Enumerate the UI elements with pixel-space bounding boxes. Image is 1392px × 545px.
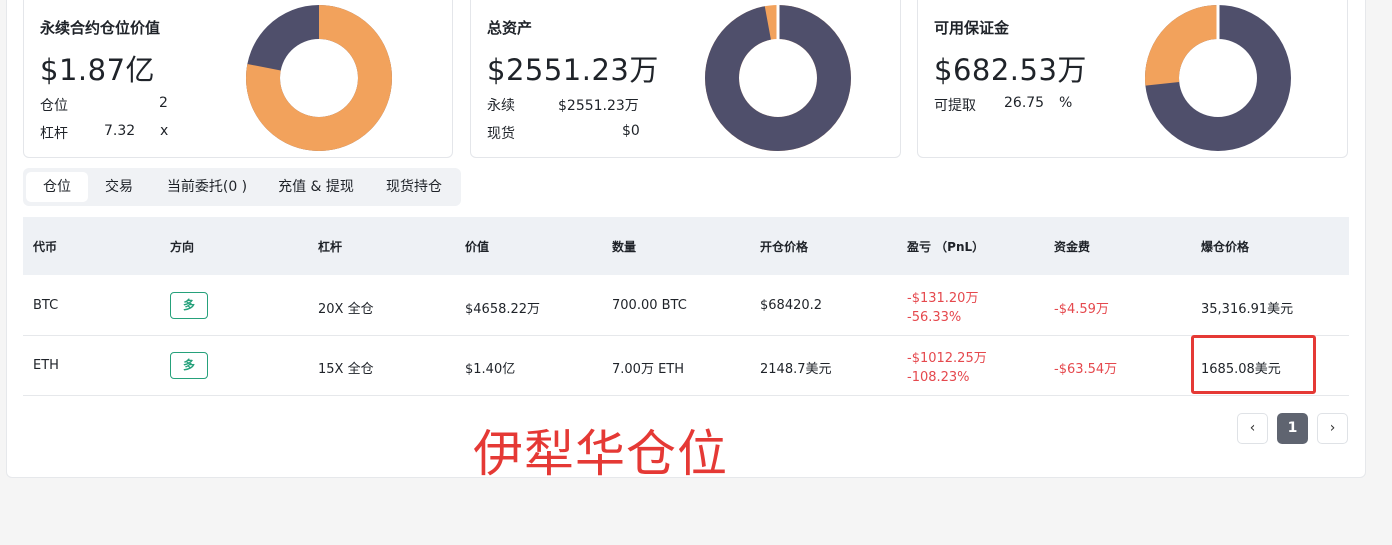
positions-value: 2 [159,95,168,111]
withdrawable-label: 可提取 [934,98,976,114]
header-entry-price: 开仓价格 [760,240,809,254]
tab-deposit-withdraw[interactable]: 充值 & 提现 [268,172,364,202]
pagination-page-button[interactable]: 1 [1277,413,1308,444]
cell-liquidation-price: 35,316.91美元 [1201,302,1294,317]
leverage-label: 杠杆 [40,126,68,142]
card-title: 可用保证金 [934,19,1010,37]
tab-positions[interactable]: 仓位 [26,172,88,202]
tab-open-orders[interactable]: 当前委托(0 ) [152,172,262,202]
table-row: BTC 多 20X 全仓 $4658.22万 700.00 BTC $68420… [23,276,1349,336]
cell-quantity: 700.00 BTC [612,298,687,313]
cell-funding: -$63.54万 [1054,362,1118,377]
cell-entry-price: 2148.7美元 [760,362,832,377]
header-value: 价值 [465,240,490,254]
leverage-value: 7.32 [104,123,136,139]
withdrawable-value: 26.75 [1004,95,1045,111]
header-pnl: 盈亏 （PnL） [907,240,985,254]
card-title: 永续合约仓位价值 [40,19,161,37]
cell-token: ETH [33,358,59,373]
perpetual-label: 永续 [487,98,515,114]
card-value: $1.87亿 [40,53,156,87]
header-leverage: 杠杆 [318,240,343,254]
cell-quantity: 7.00万 ETH [612,362,685,377]
card-value: $2551.23万 [487,53,659,87]
available-margin-donut-chart [1145,5,1291,151]
withdrawable-unit: % [1059,95,1073,111]
positions-label: 仓位 [40,98,68,114]
direction-long-badge: 多 [170,292,208,319]
cell-value: $4658.22万 [465,302,541,317]
tab-trades[interactable]: 交易 [90,172,148,202]
tab-spot-holdings[interactable]: 现货持仓 [375,172,453,202]
spot-label: 现货 [487,126,515,142]
cell-leverage: 15X 全仓 [318,362,374,377]
header-quantity: 数量 [612,240,637,254]
pagination-next-button[interactable]: › [1317,413,1348,444]
cell-value: $1.40亿 [465,362,516,377]
total-assets-card: 总资产 $2551.23万 永续 $2551.23万 现货 $0 [470,0,901,158]
card-value: $682.53万 [934,53,1087,87]
cell-token: BTC [33,298,59,313]
cell-funding: -$4.59万 [1054,302,1109,317]
positions-table-header: 代币 方向 杠杆 价值 数量 开仓价格 盈亏 （PnL） 资金费 爆仓价格 [23,217,1349,275]
pagination-prev-button[interactable]: ‹ [1237,413,1268,444]
table-row: ETH 多 15X 全仓 $1.40亿 7.00万 ETH 2148.7美元 -… [23,336,1349,396]
card-title: 总资产 [487,19,533,37]
cell-pnl-percent: -56.33% [907,310,962,325]
cell-pnl-percent: -108.23% [907,370,970,385]
cell-entry-price: $68420.2 [760,298,823,313]
direction-long-badge: 多 [170,352,208,379]
spot-value: $0 [622,123,640,139]
position-value-donut-chart [246,5,392,151]
header-liquidation-price: 爆仓价格 [1201,240,1250,254]
leverage-unit: x [160,123,169,139]
positions-tab-bar: 仓位 交易 当前委托(0 ) 充值 & 提现 现货持仓 [23,168,461,206]
cell-leverage: 20X 全仓 [318,302,374,317]
header-token: 代币 [33,240,58,254]
perpetual-value: $2551.23万 [558,98,639,114]
perp-position-value-card: 永续合约仓位价值 $1.87亿 仓位 2 杠杆 7.32 x [23,0,453,158]
available-margin-card: 可用保证金 $682.53万 可提取 26.75 % [917,0,1348,158]
annotation-text: 伊犁华仓位 [473,425,728,483]
cell-pnl-amount: -$131.20万 [907,291,979,306]
total-assets-donut-chart [705,5,851,151]
header-direction: 方向 [170,240,195,254]
liquidation-price-highlight-box [1191,335,1316,394]
cell-pnl-amount: -$1012.25万 [907,351,987,366]
header-funding: 资金费 [1054,240,1091,254]
